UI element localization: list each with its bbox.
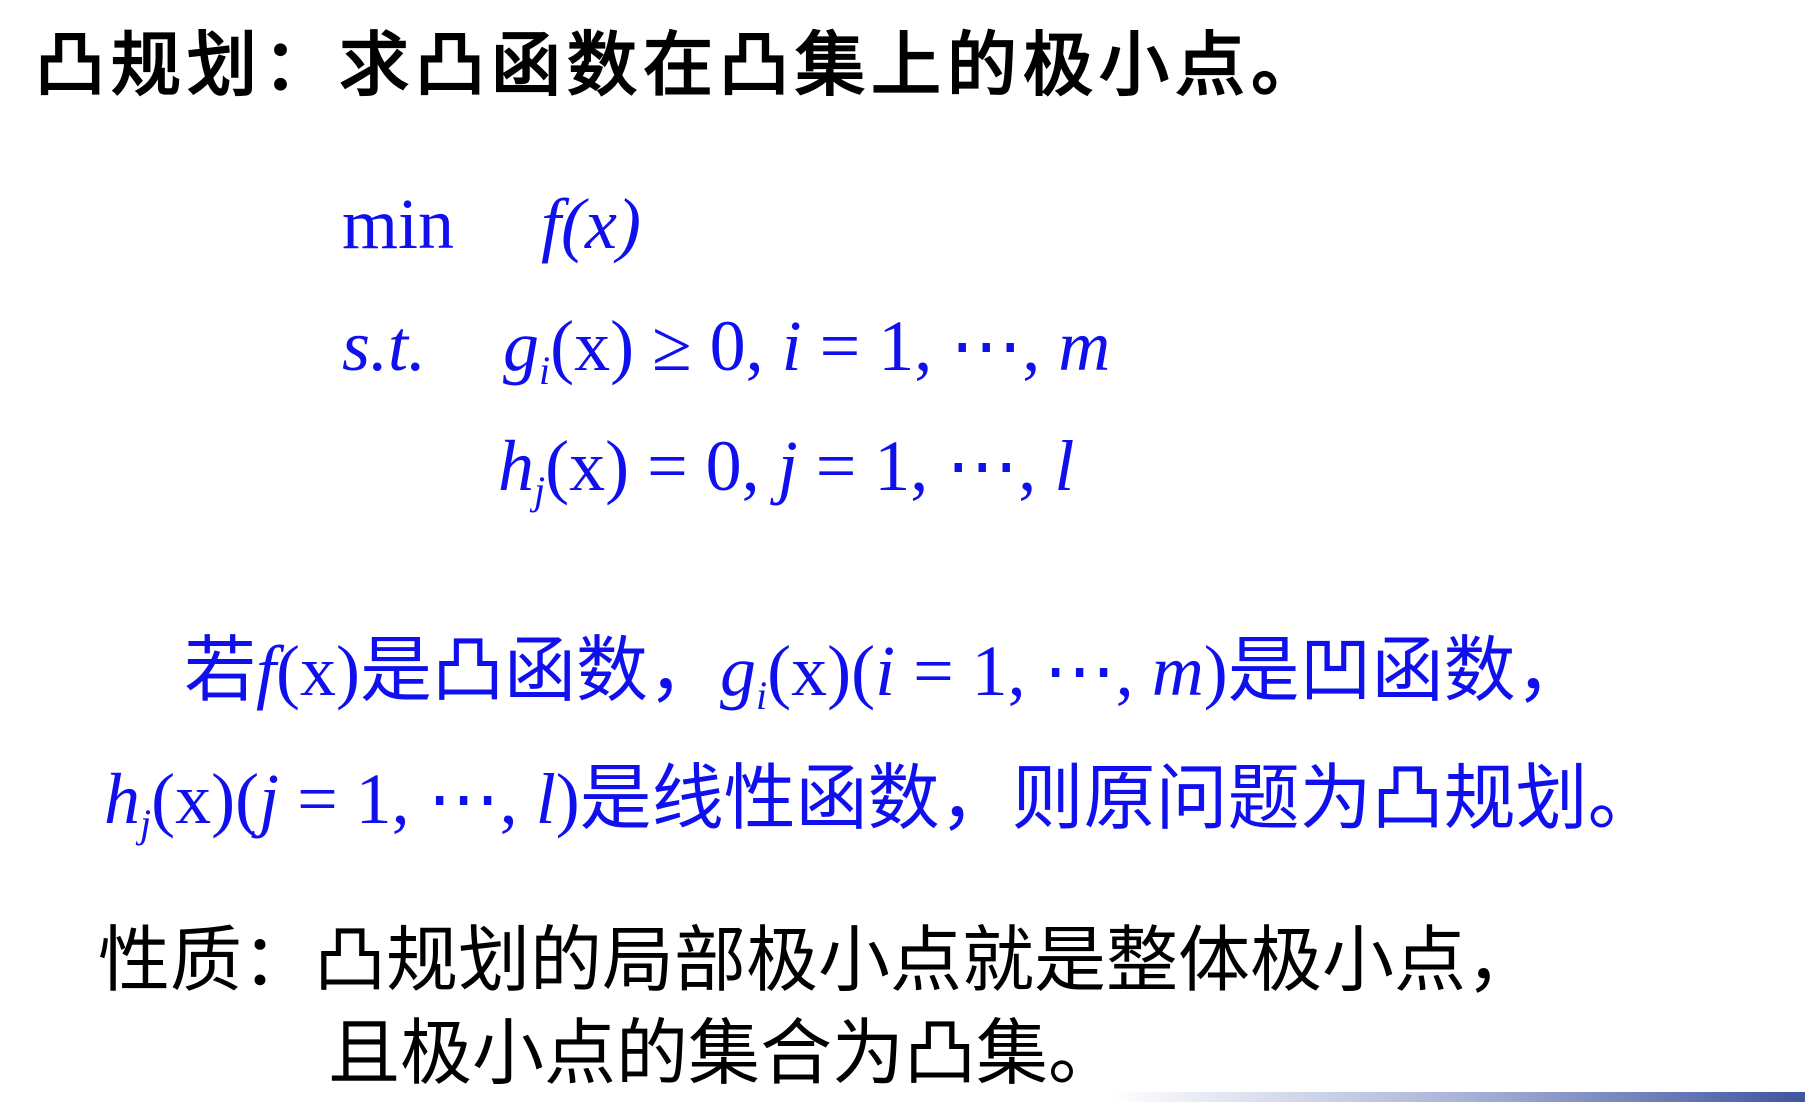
condition-line-2: hj(x)(j = 1, ⋯, l)是线性函数，则原问题为凸规划。: [104, 763, 1660, 844]
g-rest: (x) ≥ 0,: [550, 306, 782, 386]
objective-function: f(x): [541, 184, 641, 264]
m-symbol: m: [1151, 631, 1204, 711]
h-sub: j: [140, 801, 152, 846]
property-line-1: 性质：凸规划的局部极小点就是整体极小点，: [98, 925, 1538, 997]
g-range: = 1, ⋯,: [801, 306, 1059, 386]
constraint-keyword: s.t.: [342, 306, 427, 386]
equality-constraint: hj(x) = 0, j = 1, ⋯, l: [498, 430, 1074, 511]
h-symbol: h: [104, 759, 140, 839]
slide-title: 凸规划：求凸函数在凸集上的极小点。: [35, 23, 1327, 106]
footer-gradient-bar: [1110, 1092, 1805, 1102]
h-sub: j: [534, 468, 546, 513]
condition-line-1: 若f(x)是凸函数，gi(x)(i = 1, ⋯, m)是凹函数，: [184, 635, 1588, 716]
g-sub: i: [539, 348, 551, 393]
h-index: j: [777, 426, 798, 506]
text: )是凹函数，: [1203, 631, 1588, 711]
text: 若: [184, 631, 257, 711]
objective-keyword: min: [342, 184, 455, 264]
text: )是线性函数，则原问题为凸规划。: [555, 759, 1660, 839]
text: = 1, ⋯,: [279, 759, 536, 839]
h-range: = 1, ⋯,: [797, 426, 1055, 506]
text: (x)(: [767, 631, 876, 711]
g-func: g: [503, 306, 539, 386]
property-line-2: 且极小点的集合为凸集。: [328, 1014, 1121, 1094]
inequality-constraint: gi(x) ≥ 0, i = 1, ⋯, m: [503, 310, 1110, 391]
h-func: h: [498, 426, 534, 506]
text: (x)(: [151, 759, 260, 839]
h-rest: (x) = 0,: [545, 426, 778, 506]
property-label: 性质：: [98, 921, 315, 1001]
g-sub: i: [756, 673, 768, 718]
g-end: m: [1058, 306, 1111, 386]
j-symbol: j: [259, 759, 280, 839]
g-symbol: g: [720, 631, 756, 711]
text: = 1, ⋯,: [895, 631, 1152, 711]
i-symbol: i: [875, 631, 896, 711]
f-symbol: f: [256, 631, 277, 711]
text: (x)是凸函数，: [276, 631, 720, 711]
h-end: l: [1054, 426, 1075, 506]
l-symbol: l: [535, 759, 556, 839]
property-text-1: 凸规划的局部极小点就是整体极小点，: [314, 921, 1539, 1001]
g-index: i: [781, 306, 802, 386]
